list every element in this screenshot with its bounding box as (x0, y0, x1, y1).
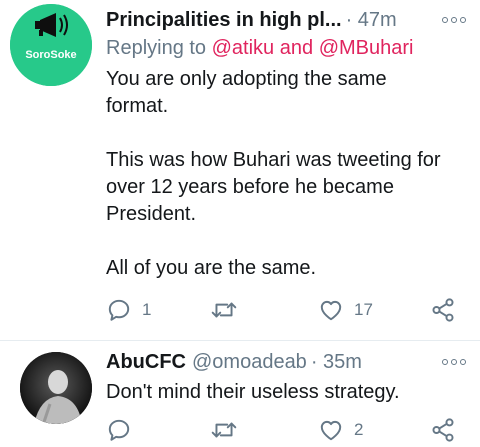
like-button[interactable]: 2 (318, 416, 363, 444)
replying-to: Replying to @atiku and @MBuhari (106, 37, 413, 60)
tweet-paragraph: Don't mind their useless strategy. (106, 381, 400, 403)
avatar[interactable] (20, 352, 92, 424)
reply-icon (108, 419, 130, 441)
author-name[interactable]: Principalities in high pl... (106, 9, 342, 32)
retweet-button[interactable] (210, 416, 248, 444)
avatar-photo (20, 352, 92, 424)
share-icon (432, 418, 454, 442)
author-name[interactable]: AbuCFC (106, 351, 186, 374)
tweet-paragraph: You are only adopting the same format. (106, 68, 387, 117)
tweet-header: AbuCFC @omoadeab · 35m (106, 348, 466, 376)
like-button[interactable]: 17 (318, 296, 373, 324)
share-button[interactable] (430, 416, 456, 444)
tweet-paragraph: All of you are the same. (106, 257, 317, 279)
tweet-text: You are only adopting the same format. T… (106, 66, 446, 282)
reply-count: 1 (142, 300, 152, 319)
tweet-actions: 1 17 (106, 296, 466, 324)
mention-link[interactable]: @atiku (212, 37, 275, 59)
megaphone-icon: SoroSoke (10, 4, 92, 86)
timestamp[interactable]: · 47m (346, 9, 397, 32)
retweet-button[interactable] (210, 296, 248, 324)
tweet-header: Principalities in high pl... · 47m (106, 6, 466, 34)
tweet-1[interactable]: SoroSoke Principalities in high pl... · … (0, 0, 480, 340)
retweet-icon (211, 302, 237, 318)
reply-icon (108, 299, 130, 321)
retweet-icon (211, 422, 237, 438)
heart-icon (320, 420, 342, 441)
tweet-text: Don't mind their useless strategy. (106, 379, 446, 406)
mention-and: and (279, 37, 314, 59)
tweet-actions: 2 (106, 416, 466, 444)
tweet-paragraph: This was how Buhari was tweeting for ove… (106, 149, 441, 225)
tweet-2[interactable]: AbuCFC @omoadeab · 35m Don't mind their … (0, 340, 480, 447)
like-count: 17 (354, 300, 373, 319)
more-options-icon[interactable] (442, 17, 466, 23)
replying-to-label: Replying to (106, 37, 207, 59)
reply-button[interactable] (106, 416, 142, 444)
share-icon (432, 298, 454, 322)
mention-link[interactable]: @MBuhari (319, 37, 414, 59)
avatar[interactable]: SoroSoke (10, 4, 92, 86)
heart-icon (320, 300, 342, 321)
svg-text:SoroSoke: SoroSoke (25, 49, 76, 61)
more-options-icon[interactable] (442, 359, 466, 365)
reply-button[interactable]: 1 (106, 296, 151, 324)
timestamp[interactable]: · 35m (311, 351, 362, 374)
like-count: 2 (354, 420, 364, 439)
share-button[interactable] (430, 296, 456, 324)
author-handle[interactable]: @omoadeab (192, 351, 307, 374)
